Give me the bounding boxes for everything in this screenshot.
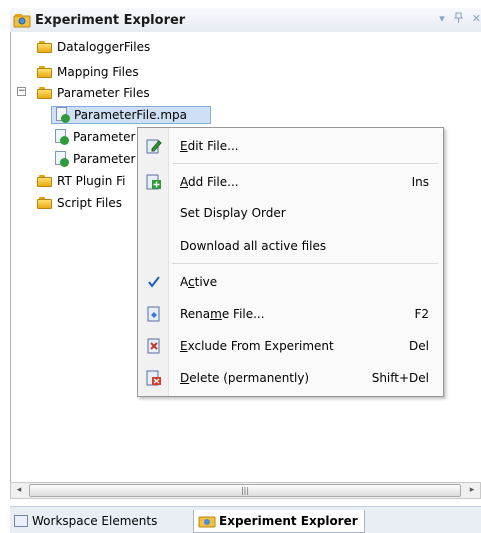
folder-icon bbox=[37, 87, 53, 99]
tree-item-parameterfile-mpa[interactable]: ParameterFile.mpa bbox=[51, 106, 211, 124]
tree-item-datalogger-files[interactable]: DataloggerFiles bbox=[37, 38, 150, 56]
parameter-file-icon bbox=[53, 129, 69, 145]
tree-item-label: RT Plugin Fi bbox=[57, 174, 126, 188]
horizontal-scrollbar[interactable]: ◂ ||| ▸ bbox=[10, 482, 481, 499]
parameter-file-icon bbox=[53, 151, 69, 167]
menu-item-set-display-order[interactable]: Set Display Order bbox=[138, 201, 443, 225]
parameter-file-icon bbox=[54, 107, 70, 123]
panel-title: Experiment Explorer bbox=[35, 12, 186, 28]
rename-icon bbox=[146, 306, 162, 322]
folder-icon bbox=[37, 197, 53, 209]
exclude-icon bbox=[146, 338, 162, 354]
tab-label: Experiment Explorer bbox=[219, 514, 358, 528]
shortcut-label: Shift+Del bbox=[371, 371, 429, 385]
tree-item-label: Parameter Files bbox=[57, 86, 150, 100]
menu-item-active[interactable]: Active bbox=[138, 270, 443, 294]
grip-icon: ||| bbox=[240, 486, 250, 495]
menu-item-add-file[interactable]: Add File... Ins bbox=[138, 170, 443, 194]
tree-item-label: ParameterFile.mpa bbox=[74, 108, 187, 122]
tree-item-parameter-files[interactable]: Parameter Files bbox=[37, 84, 150, 102]
tab-experiment-explorer[interactable]: Experiment Explorer bbox=[193, 510, 365, 533]
shortcut-label: Ins bbox=[411, 175, 429, 189]
experiment-explorer-icon bbox=[198, 514, 216, 528]
add-file-icon bbox=[146, 174, 162, 190]
panel-title-bar: Experiment Explorer ▾ ✕ bbox=[10, 8, 481, 33]
collapse-toggle-icon[interactable]: − bbox=[17, 87, 26, 96]
edit-icon bbox=[146, 138, 162, 154]
tree-item-label: Parameter bbox=[73, 152, 136, 166]
bottom-tab-bar: Workspace Elements Experiment Explorer bbox=[10, 506, 481, 533]
folder-icon bbox=[37, 175, 53, 187]
menu-item-edit-file[interactable]: Edit File... bbox=[138, 134, 443, 158]
tab-label: Workspace Elements bbox=[32, 514, 158, 528]
menu-item-rename-file[interactable]: Rename File... F2 bbox=[138, 302, 443, 326]
menu-item-exclude-from-experiment[interactable]: Exclude From Experiment Del bbox=[138, 334, 443, 358]
close-icon[interactable]: ✕ bbox=[472, 12, 481, 26]
scrollbar-thumb[interactable]: ||| bbox=[29, 484, 461, 497]
scroll-right-icon[interactable]: ▸ bbox=[464, 483, 480, 498]
shortcut-label: F2 bbox=[414, 307, 429, 321]
tree-item-label: Parameter bbox=[73, 130, 136, 144]
menu-item-delete-permanently[interactable]: Delete (permanently) Shift+Del bbox=[138, 366, 443, 390]
folder-icon bbox=[37, 41, 53, 53]
folder-icon bbox=[37, 66, 53, 78]
menu-item-download-all-active[interactable]: Download all active files bbox=[138, 234, 443, 258]
pin-icon[interactable] bbox=[453, 12, 463, 26]
tree-item-label: Script Files bbox=[57, 196, 122, 210]
dropdown-icon[interactable]: ▾ bbox=[439, 12, 445, 26]
tree-item-script-files[interactable]: Script Files bbox=[37, 194, 122, 212]
tree-item-label: Mapping Files bbox=[57, 65, 139, 79]
delete-icon bbox=[146, 370, 162, 386]
workspace-icon bbox=[14, 515, 28, 527]
scroll-left-icon[interactable]: ◂ bbox=[11, 483, 27, 498]
checkmark-icon bbox=[146, 274, 162, 290]
tree-item-mapping-files[interactable]: Mapping Files bbox=[37, 63, 139, 81]
tree-item-rt-plugin-files[interactable]: RT Plugin Fi bbox=[37, 172, 126, 190]
tree-item-parameter-3[interactable]: Parameter bbox=[53, 150, 135, 168]
tree-item-label: DataloggerFiles bbox=[57, 40, 151, 54]
experiment-explorer-icon bbox=[13, 12, 31, 28]
tab-workspace-elements[interactable]: Workspace Elements bbox=[10, 510, 157, 532]
shortcut-label: Del bbox=[409, 339, 429, 353]
tree-item-parameter-2[interactable]: Parameter bbox=[53, 128, 135, 146]
context-menu: Edit File... Add File... Ins Set Display… bbox=[137, 127, 444, 397]
